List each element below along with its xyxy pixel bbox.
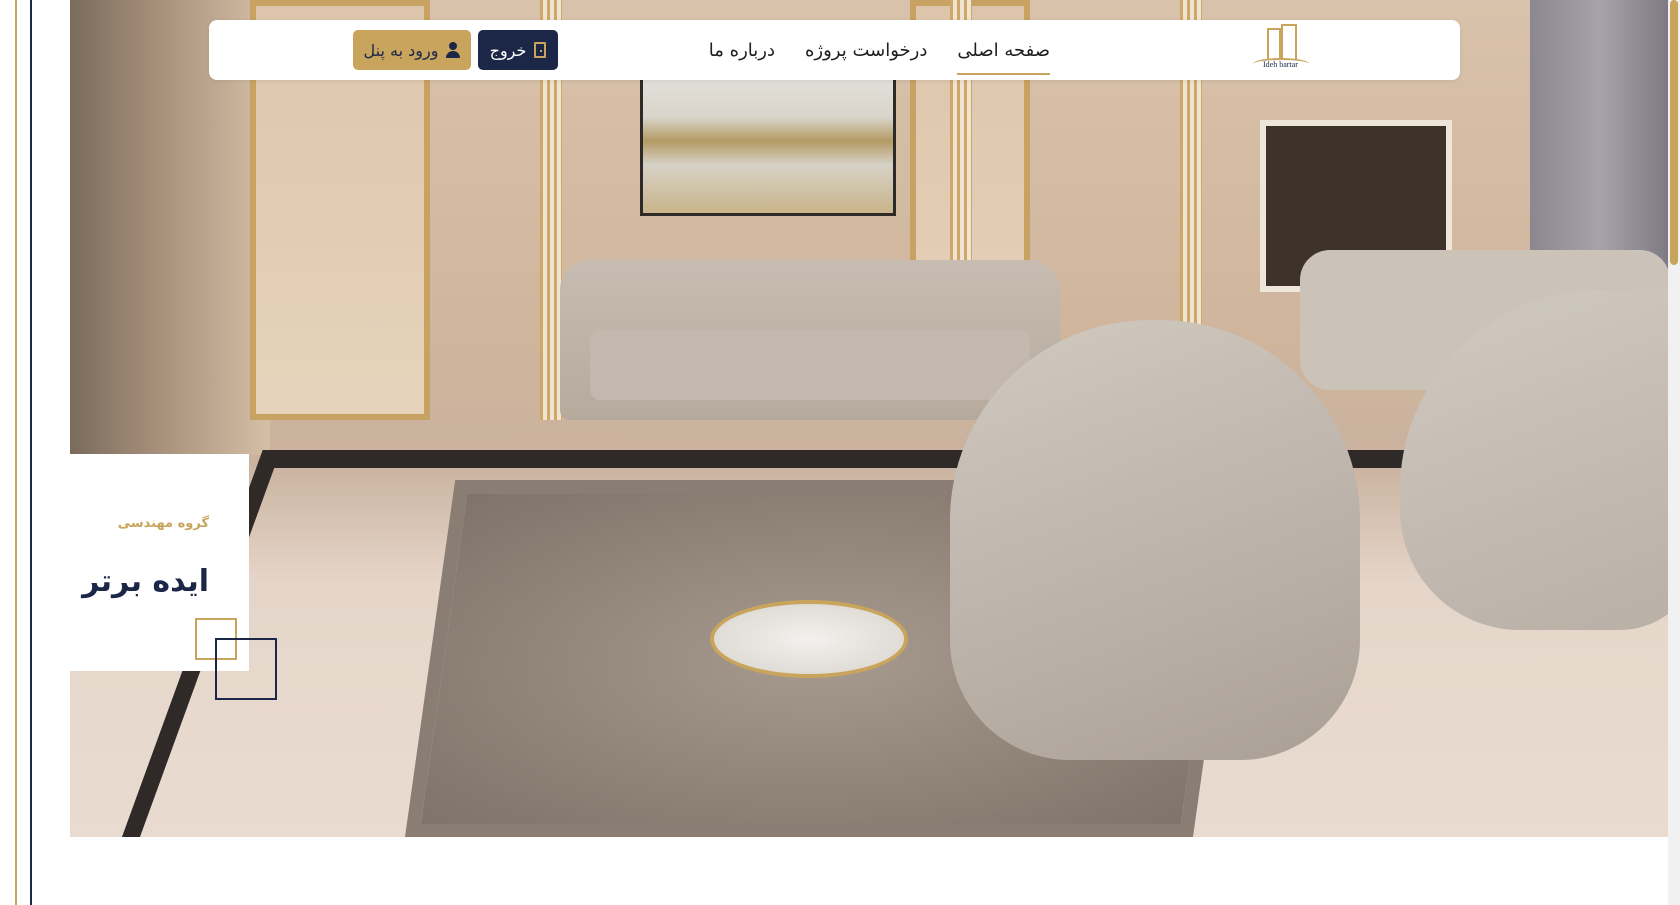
- exit-button[interactable]: خروج: [478, 30, 558, 70]
- nav-links: صفحه اصلی درخواست پروژه درباره ما: [709, 20, 1050, 80]
- navbar: Ideh bartar صفحه اصلی درخواست پروژه دربا…: [209, 20, 1460, 80]
- panel-login-button[interactable]: ورود به پنل: [353, 30, 471, 70]
- scrollbar[interactable]: [1668, 0, 1680, 905]
- hero-image: [70, 0, 1668, 837]
- exit-button-label: خروج: [489, 40, 527, 60]
- hero-subtitle: گروه مهندسی: [117, 516, 209, 531]
- decorative-navy-square: [215, 638, 277, 700]
- hero-title: ایده برتر: [82, 564, 209, 599]
- logo-icon[interactable]: Ideh bartar: [1249, 24, 1315, 74]
- hero-title-card: گروه مهندسی ایده برتر: [70, 454, 277, 700]
- panel-login-label: ورود به پنل: [363, 40, 439, 60]
- door-icon: [534, 42, 547, 58]
- decorative-navy-line: [30, 0, 32, 905]
- scrollbar-thumb[interactable]: [1670, 0, 1678, 265]
- logo-text: Ideh bartar: [1263, 60, 1298, 69]
- user-icon: [446, 42, 461, 58]
- nav-link-project-request[interactable]: درخواست پروژه: [805, 34, 927, 67]
- nav-link-about[interactable]: درباره ما: [709, 34, 775, 67]
- nav-link-home[interactable]: صفحه اصلی: [957, 34, 1050, 75]
- decorative-gold-line: [15, 0, 17, 905]
